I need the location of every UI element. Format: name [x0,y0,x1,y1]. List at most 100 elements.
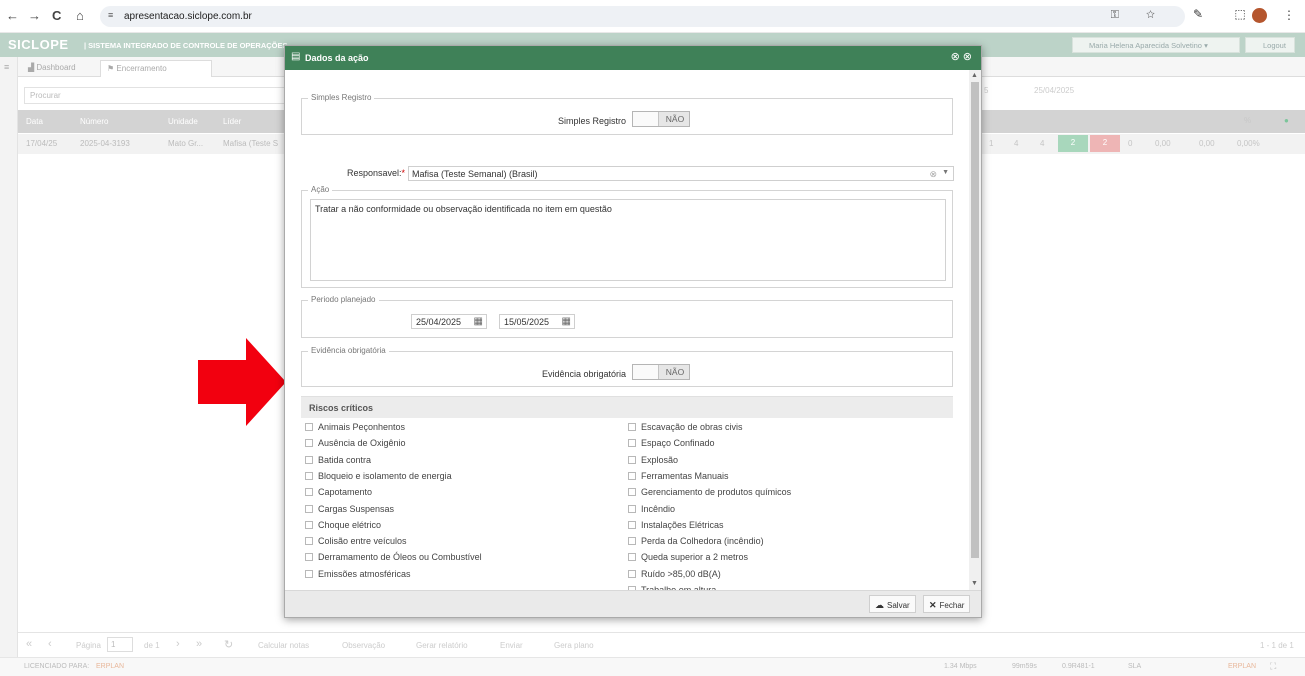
checkbox[interactable] [628,504,636,513]
dialog-close-icon[interactable]: ⊗⊗ [951,50,975,63]
menu-icon[interactable]: ≡ [4,62,9,72]
prev-page-icon[interactable]: ‹ [48,638,52,650]
clear-icon[interactable]: ⊗ [929,169,937,180]
forward-icon[interactable]: → [28,8,41,24]
fullscreen-icon[interactable]: ⛶ [1270,661,1276,672]
next-page-icon[interactable]: › [176,638,180,650]
checkbox[interactable] [628,488,636,497]
first-page-icon[interactable]: « [26,638,32,650]
evidence-label: Evidência obrigatória [542,369,627,379]
status-bar: LICENCIADO PARA: ERPLAN 1.34 Mbps 99m59s… [0,657,1305,676]
grid-col-numero[interactable]: Número [80,117,108,126]
evidence-legend: Evidência obrigatória [308,346,389,355]
end-date-input[interactable]: 15/05/2025 ▦ [499,314,575,329]
tab-encerramento[interactable]: ⚑ Encerramento [100,60,212,77]
checkbox[interactable] [628,439,636,448]
risk-label: Emissões atmosféricas [318,568,411,579]
dialog-footer: ☁ Salvar ✕ Fechar [285,590,981,617]
user-menu[interactable]: Maria Helena Aparecida Solvetino ▾ [1072,37,1240,53]
reload-icon[interactable]: C [52,8,61,24]
critical-risks-header: Riscos críticos [301,396,953,418]
speed-indicator: 1.34 Mbps [944,663,977,670]
report-button[interactable]: Gerar relatório [416,641,468,650]
checkbox[interactable] [628,423,636,431]
address-bar[interactable]: ≡ apresentacao.siclope.com.br ⚿ ☆ [100,6,1185,27]
simple-register-label: Simples Registro [558,116,627,126]
grid-col-lider[interactable]: Líder [223,117,241,126]
checkbox[interactable] [628,537,636,546]
site-settings-icon[interactable]: ≡ [108,10,113,20]
calendar-icon[interactable]: ▦ [562,316,571,327]
toggle-state: NÃO [665,367,685,377]
grid-cell-data: 17/04/25 [26,139,58,148]
pager-bar: « ‹ Página de 1 › » ↻ Calcular notas Obs… [18,632,1305,657]
critical-risks-title: Riscos críticos [309,403,374,413]
checkbox[interactable] [305,439,313,448]
checkbox[interactable] [305,537,313,546]
checkbox[interactable] [628,455,636,464]
bookmark-star-icon[interactable]: ⚿ ☆ [1111,9,1167,22]
checkbox[interactable] [305,553,313,562]
grid-col-unidade[interactable]: Unidade [168,117,198,126]
toolbar-date[interactable]: 25/04/2025 [1034,86,1074,95]
url-text[interactable]: apresentacao.siclope.com.br [124,11,252,22]
session-timer: 99m59s [1012,663,1037,670]
licensed-label: LICENCIADO PARA: [24,663,90,670]
extensions-icon[interactable]: ✎ ⬚ [1193,7,1260,21]
page-number-input[interactable]: 1 [107,637,133,652]
observation-button[interactable]: Observação [342,641,385,650]
app-logo: SICLOPE [8,37,69,52]
checkbox[interactable] [628,471,636,480]
responsible-select[interactable]: Mafisa (Teste Semanal) (Brasil) ⊗ ▼ [408,166,954,181]
browser-menu-icon[interactable]: ⋮ [1283,8,1295,22]
logout-button[interactable]: Logout [1245,37,1295,53]
risk-label: Colisão entre veículos [318,536,407,547]
risk-label: Queda superior a 2 metros [641,552,749,563]
checkbox[interactable] [628,553,636,562]
checkbox[interactable] [305,423,313,431]
checkbox[interactable] [305,488,313,497]
responsible-value: Mafisa (Teste Semanal) (Brasil) [412,169,538,179]
calendar-icon[interactable]: ▦ [474,316,483,327]
checkbox[interactable] [305,455,313,464]
checkbox[interactable] [628,520,636,529]
left-menu-rail[interactable] [0,57,18,657]
action-textarea[interactable]: Tratar a não conformidade ou observação … [310,199,946,281]
grid-col-data[interactable]: Data [26,117,43,126]
page-label: Página [76,641,101,650]
calculate-notes-button[interactable]: Calcular notas [258,641,309,650]
generate-plan-button[interactable]: Gera plano [554,641,594,650]
risk-label: Batida contra [318,454,372,465]
home-icon[interactable]: ⌂ [76,8,84,24]
scroll-down-icon[interactable]: ▼ [971,580,978,587]
grid-cell-unidade: Mato Gr... [168,139,204,148]
dialog-title: Dados da ação [305,53,369,63]
checkbox[interactable] [305,569,313,578]
simple-register-legend: Simples Registro [308,93,375,102]
back-icon[interactable]: ← [6,8,19,24]
scroll-up-icon[interactable]: ▲ [971,72,978,79]
checkbox[interactable] [305,504,313,513]
save-button[interactable]: ☁ Salvar [869,595,916,613]
chevron-down-icon[interactable]: ▼ [942,169,949,176]
refresh-icon[interactable]: ↻ [224,638,233,651]
start-date-input[interactable]: 25/04/2025 ▦ [411,314,487,329]
send-button[interactable]: Enviar [500,641,523,650]
checkbox[interactable] [628,569,636,578]
checkbox[interactable] [305,520,313,529]
erplan-logo-right: ERPLAN [1228,663,1257,670]
risk-label: Ruído >85,00 dB(A) [641,568,721,579]
grid-cell: 0,00 [1155,139,1171,148]
profile-avatar[interactable] [1252,8,1267,23]
evidence-toggle[interactable]: NÃO [632,364,690,380]
tab-dashboard[interactable]: ▟ Dashboard [22,60,82,77]
sla-menu[interactable]: SLA [1128,663,1141,670]
close-button[interactable]: ✕ Fechar [923,595,971,613]
simple-register-toggle[interactable]: NÃO [632,111,690,127]
scrollbar-thumb[interactable] [971,82,979,558]
grid-cell: 4 [1014,139,1019,148]
last-page-icon[interactable]: » [196,638,202,650]
search-input[interactable]: Procurar [24,87,286,104]
checkbox[interactable] [305,471,313,480]
version-label: 0.9R481-1 [1062,663,1095,670]
